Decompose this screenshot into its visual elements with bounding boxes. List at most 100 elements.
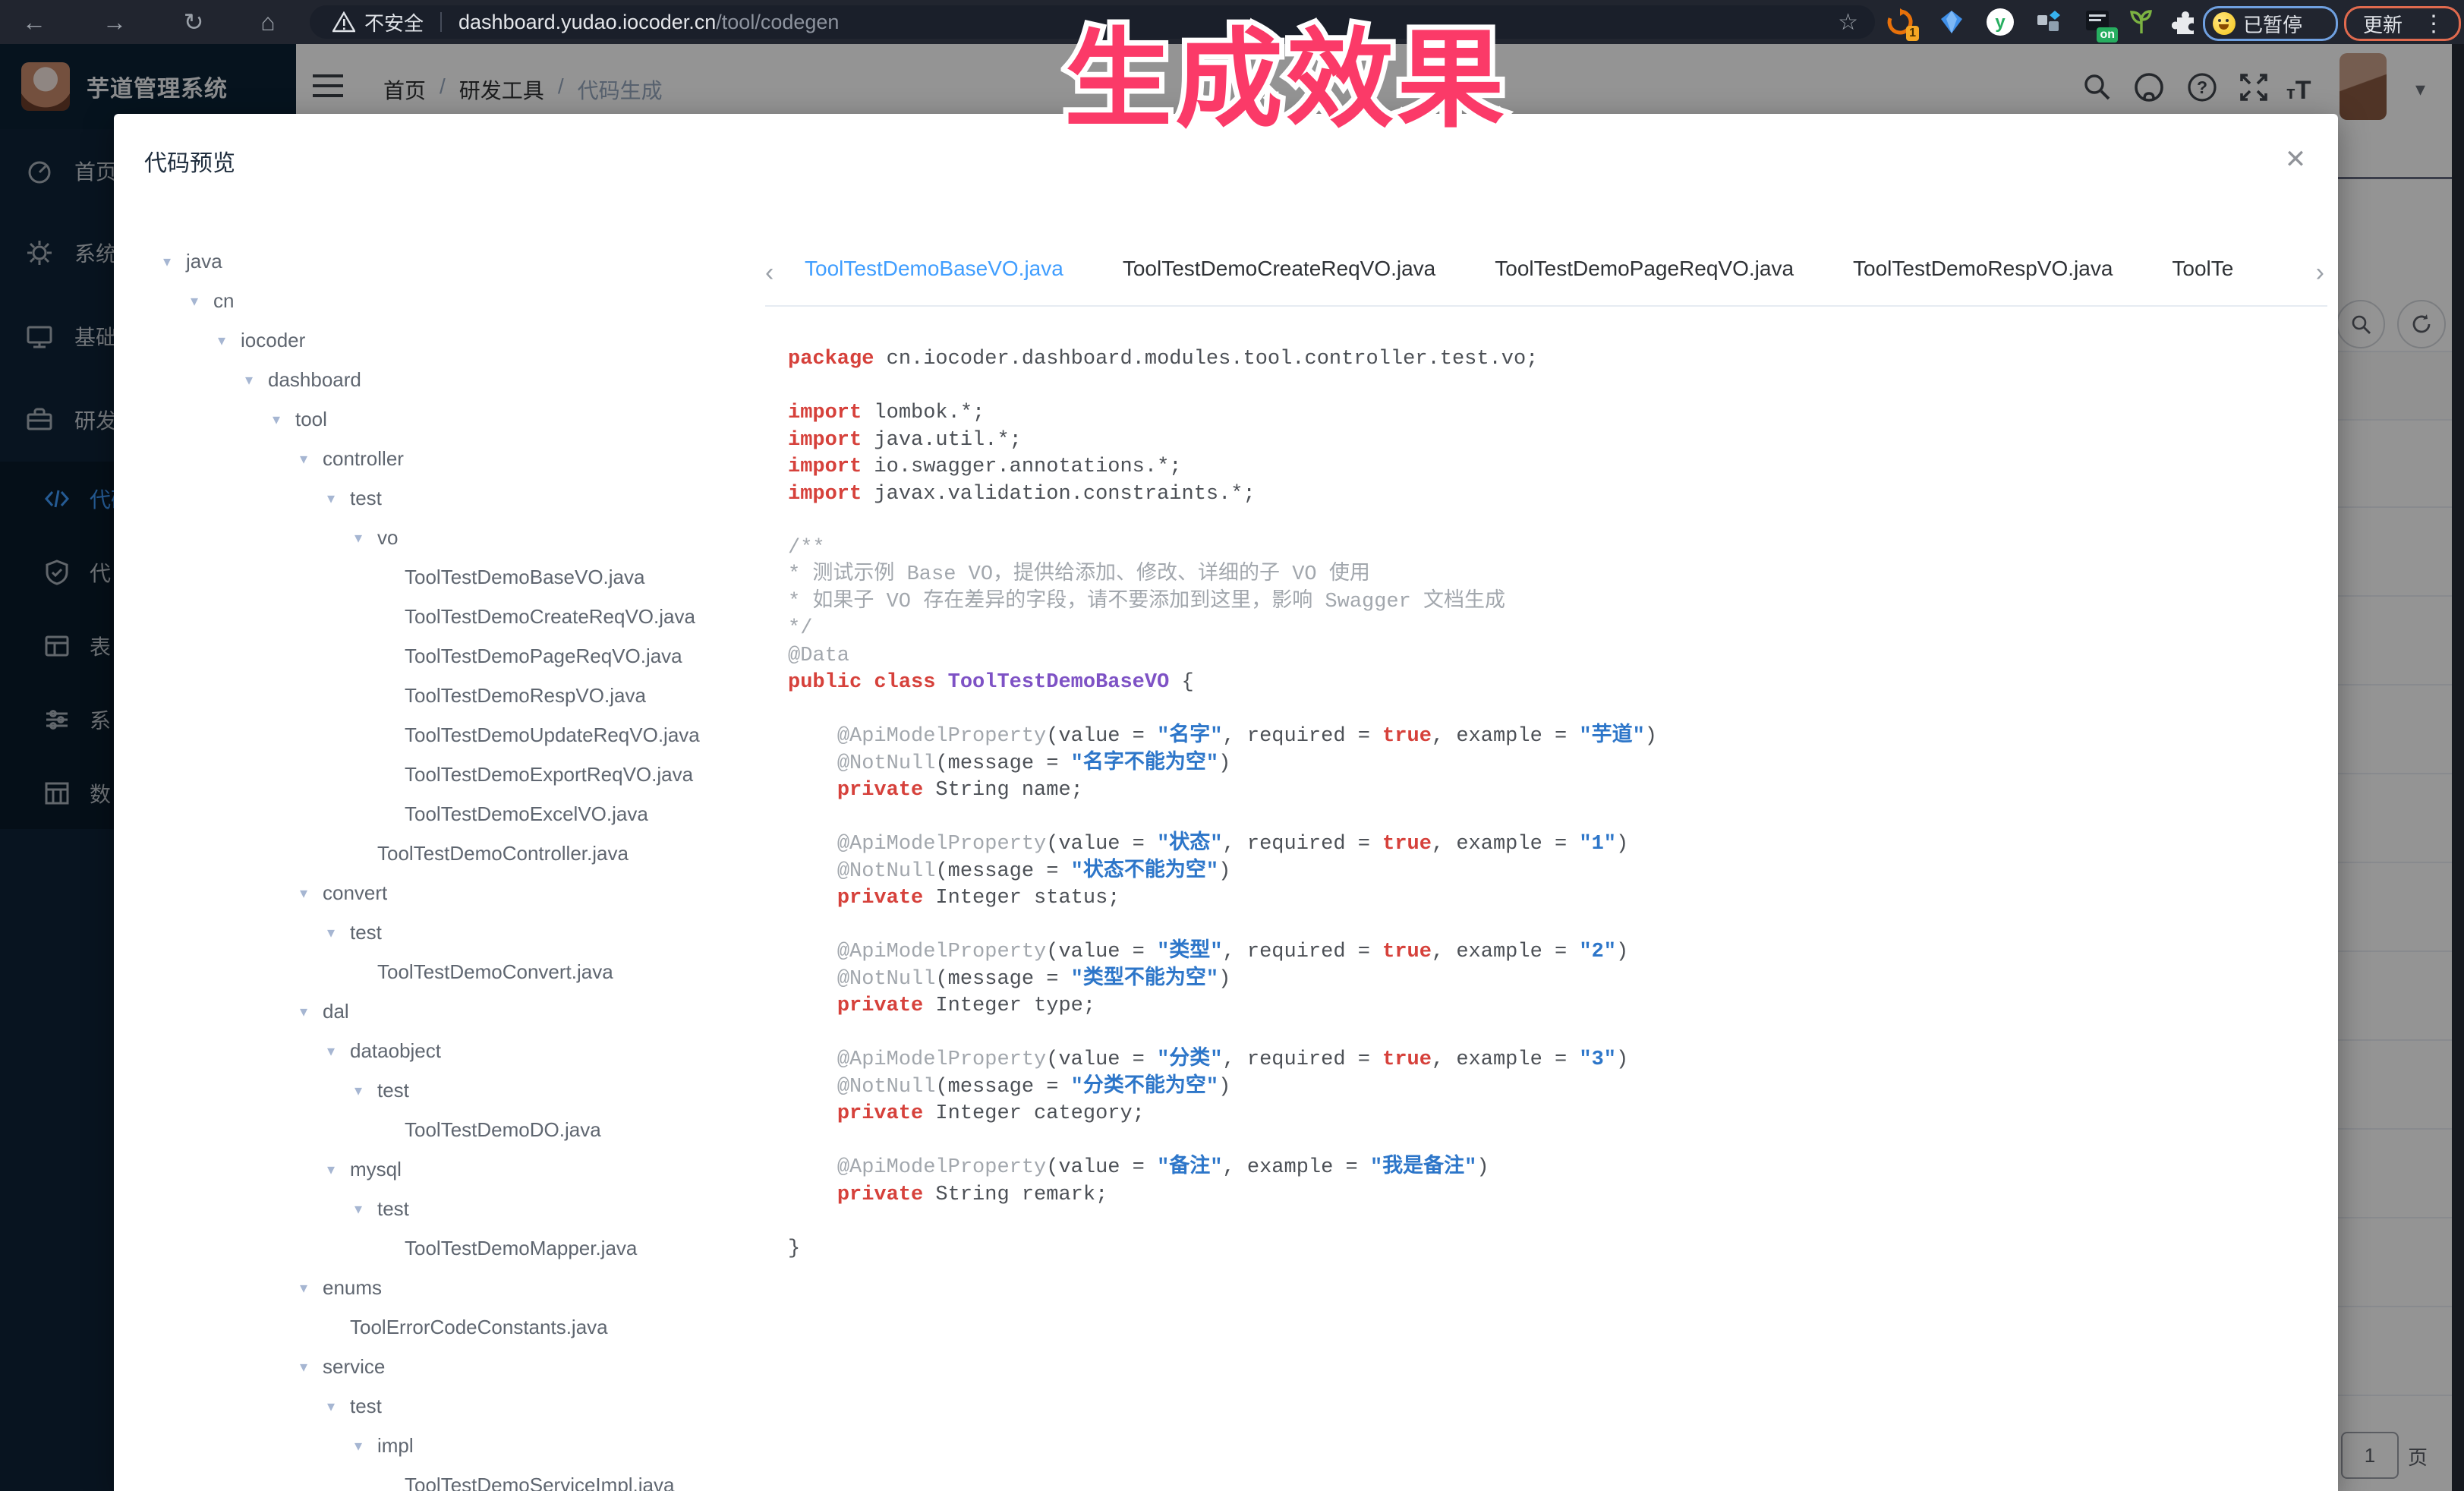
- tree-caret-icon[interactable]: ▾: [327, 489, 350, 508]
- kebab-menu-icon[interactable]: ⋮: [2422, 11, 2445, 37]
- forward-icon[interactable]: →: [97, 5, 132, 39]
- tree-file[interactable]: ToolTestDemoPageReqVO.java: [114, 636, 767, 676]
- tree-caret-icon[interactable]: ▾: [354, 1436, 377, 1455]
- tree-caret-icon[interactable]: ▾: [327, 1042, 350, 1061]
- tabs-scroll-right-icon[interactable]: ›: [2316, 258, 2324, 288]
- tree-caret-icon[interactable]: ▾: [273, 410, 295, 429]
- tree-file[interactable]: ToolTestDemoCreateReqVO.java: [114, 597, 767, 636]
- tree-file[interactable]: ToolTestDemoMapper.java: [114, 1228, 767, 1268]
- tree-node-label: convert: [323, 881, 387, 905]
- tree-node-label: service: [323, 1355, 385, 1379]
- update-label: 更新: [2363, 10, 2403, 38]
- tree-node-label: dataobject: [350, 1039, 441, 1063]
- extension-refresh-icon[interactable]: 1: [1884, 6, 1916, 38]
- tab-ToolTestDemoCreateReqVO.java[interactable]: ToolTestDemoCreateReqVO.java: [1123, 244, 1435, 307]
- tree-file[interactable]: ToolTestDemoUpdateReqVO.java: [114, 715, 767, 755]
- tree-caret-icon[interactable]: ▾: [300, 449, 323, 468]
- tree-node-label: ToolTestDemoController.java: [377, 842, 629, 865]
- extensions-puzzle-icon[interactable]: [2169, 6, 2201, 38]
- tree-folder[interactable]: ▾test: [114, 478, 767, 518]
- tree-folder[interactable]: ▾java: [114, 241, 767, 281]
- tree-folder[interactable]: ▾test: [114, 1189, 767, 1228]
- tab-underline: [765, 305, 2327, 307]
- tab-ToolTestDemoPageReqVO.java[interactable]: ToolTestDemoPageReqVO.java: [1495, 244, 1794, 307]
- back-icon[interactable]: ←: [17, 5, 52, 39]
- extension-y-icon[interactable]: y: [1984, 6, 2016, 38]
- tree-caret-icon[interactable]: ▾: [327, 923, 350, 942]
- tree-folder[interactable]: ▾dataobject: [114, 1031, 767, 1070]
- tree-file[interactable]: ToolTestDemoController.java: [114, 834, 767, 873]
- annotation-text: 生成效果生成效果: [1064, 21, 1508, 140]
- paused-label: 已暂停: [2243, 10, 2302, 38]
- tabs-scroll-left-icon[interactable]: ‹: [765, 258, 774, 288]
- browser-update-button[interactable]: 更新 ⋮: [2344, 6, 2461, 41]
- tree-caret-icon[interactable]: ▾: [354, 528, 377, 547]
- tree-folder[interactable]: ▾tool: [114, 399, 767, 439]
- tree-folder[interactable]: ▾convert: [114, 873, 767, 913]
- tree-folder[interactable]: ▾test: [114, 1386, 767, 1426]
- tree-file[interactable]: ToolTestDemoBaseVO.java: [114, 557, 767, 597]
- tree-node-label: dashboard: [268, 368, 361, 392]
- tree-node-label: ToolTestDemoMapper.java: [405, 1237, 637, 1260]
- tree-folder[interactable]: ▾controller: [114, 439, 767, 478]
- tree-caret-icon[interactable]: ▾: [218, 331, 241, 350]
- tree-file[interactable]: ToolTestDemoServiceImpl.java: [114, 1465, 767, 1491]
- home-icon[interactable]: ⌂: [250, 5, 285, 39]
- tab-list: ToolTestDemoBaseVO.java ToolTestDemoCreat…: [805, 244, 2285, 307]
- tree-caret-icon[interactable]: ▾: [300, 1002, 323, 1021]
- tree-caret-icon[interactable]: ▾: [191, 292, 213, 310]
- tree-node-label: enums: [323, 1276, 382, 1300]
- tree-node-label: ToolTestDemoCreateReqVO.java: [405, 605, 695, 629]
- tree-node-label: ToolTestDemoDO.java: [405, 1118, 601, 1142]
- tree-node-label: ToolTestDemoConvert.java: [377, 960, 613, 984]
- tab-ToolTestDemoBaseVO.java[interactable]: ToolTestDemoBaseVO.java: [805, 244, 1063, 307]
- tree-file[interactable]: ToolTestDemoDO.java: [114, 1110, 767, 1149]
- tree-caret-icon[interactable]: ▾: [300, 884, 323, 903]
- tree-node-label: mysql: [350, 1158, 402, 1181]
- extension-plant-icon[interactable]: [2125, 6, 2157, 38]
- tree-node-label: tool: [295, 408, 327, 431]
- tree-folder[interactable]: ▾service: [114, 1347, 767, 1386]
- tree-caret-icon[interactable]: ▾: [354, 1199, 377, 1218]
- tree-caret-icon[interactable]: ▾: [354, 1081, 377, 1100]
- tree-folder[interactable]: ▾vo: [114, 518, 767, 557]
- tree-node-label: vo: [377, 526, 398, 550]
- reload-icon[interactable]: ↻: [176, 5, 211, 39]
- tree-folder[interactable]: ▾impl: [114, 1426, 767, 1465]
- tree-folder[interactable]: ▾dal: [114, 991, 767, 1031]
- extension-letter: y: [1995, 12, 2006, 33]
- code-preview-modal: 代码预览 ✕ ▾java▾cn▾iocoder▾dashboard▾tool▾c…: [114, 114, 2338, 1491]
- tree-caret-icon[interactable]: ▾: [300, 1357, 323, 1376]
- extension-on-badge: on: [2097, 27, 2118, 43]
- tree-file[interactable]: ToolTestDemoRespVO.java: [114, 676, 767, 715]
- tree-file[interactable]: ToolTestDemoExcelVO.java: [114, 794, 767, 834]
- tree-folder[interactable]: ▾dashboard: [114, 360, 767, 399]
- bookmark-star-icon[interactable]: ☆: [1838, 9, 1858, 36]
- security-label: 不安全: [364, 8, 424, 36]
- tab-ToolTe[interactable]: ToolTe: [2172, 244, 2233, 307]
- extension-paused-pill[interactable]: 已暂停: [2203, 6, 2338, 41]
- tree-caret-icon[interactable]: ▾: [327, 1397, 350, 1416]
- tree-caret-icon[interactable]: ▾: [163, 252, 186, 271]
- tree-folder[interactable]: ▾enums: [114, 1268, 767, 1307]
- tree-file[interactable]: ToolTestDemoExportReqVO.java: [114, 755, 767, 794]
- tree-node-label: ToolTestDemoBaseVO.java: [405, 566, 644, 589]
- tab-ToolTestDemoRespVO.java[interactable]: ToolTestDemoRespVO.java: [1853, 244, 2113, 307]
- tree-folder[interactable]: ▾iocoder: [114, 320, 767, 360]
- tree-file[interactable]: ToolTestDemoConvert.java: [114, 952, 767, 991]
- window-edge-strip: [2452, 44, 2464, 1491]
- tree-file[interactable]: ToolErrorCodeConstants.java: [114, 1307, 767, 1347]
- tree-folder[interactable]: ▾test: [114, 1070, 767, 1110]
- tree-node-label: impl: [377, 1434, 414, 1458]
- tree-folder[interactable]: ▾mysql: [114, 1149, 767, 1189]
- tree-caret-icon[interactable]: ▾: [327, 1160, 350, 1179]
- extension-grid-icon[interactable]: [2033, 6, 2065, 38]
- tree-folder[interactable]: ▾test: [114, 913, 767, 952]
- tree-caret-icon[interactable]: ▾: [300, 1278, 323, 1297]
- tree-folder[interactable]: ▾cn: [114, 281, 767, 320]
- divider: [440, 12, 442, 32]
- tree-caret-icon[interactable]: ▾: [245, 370, 268, 389]
- close-icon[interactable]: ✕: [2279, 143, 2312, 176]
- extension-gem-icon[interactable]: [1936, 6, 1968, 38]
- extension-on-icon[interactable]: on: [2081, 6, 2113, 38]
